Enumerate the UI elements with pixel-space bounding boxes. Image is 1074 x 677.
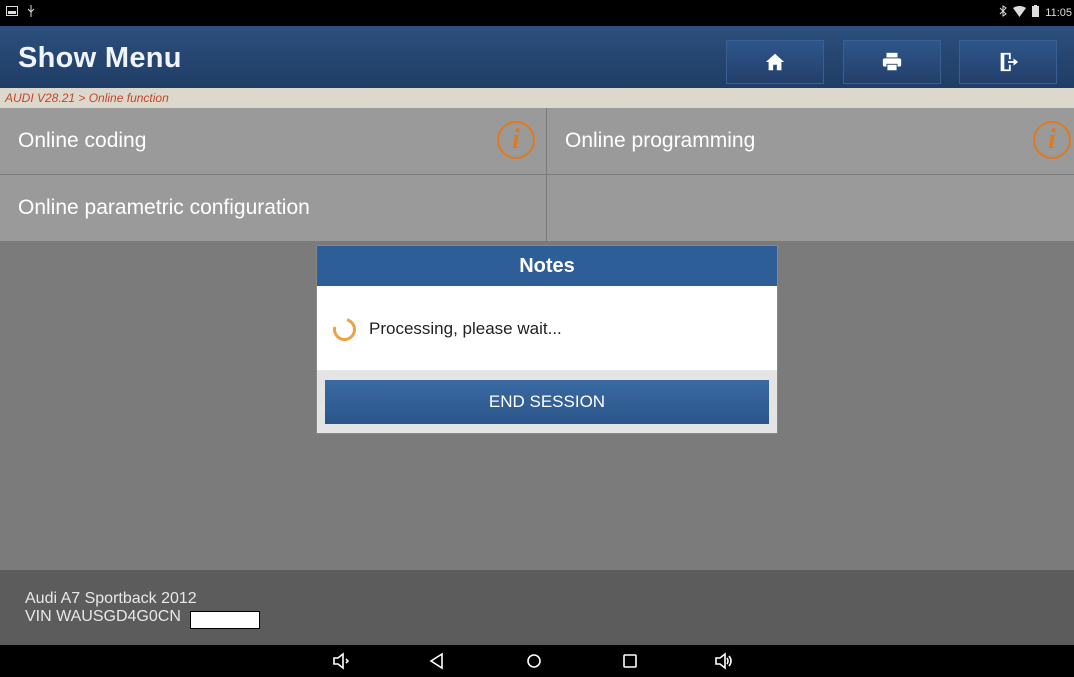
menu-item-label: Online coding (18, 129, 147, 152)
home-button[interactable] (726, 40, 824, 84)
menu-item-label: Online programming (565, 129, 756, 152)
volume-down-icon (333, 652, 350, 670)
dialog-title: Notes (317, 246, 777, 286)
print-button[interactable] (843, 40, 941, 84)
system-nav-bar (0, 645, 1074, 677)
bluetooth-icon (999, 5, 1008, 20)
end-session-button[interactable]: END SESSION (325, 380, 769, 424)
gallery-notification-icon (6, 6, 18, 19)
volume-up-icon (715, 652, 732, 670)
dialog-body: Processing, please wait... (317, 286, 777, 370)
back-icon (429, 652, 443, 670)
menu-item-label: Online parametric configuration (18, 196, 310, 219)
exit-icon (1000, 52, 1019, 72)
vehicle-info-footer: Audi A7 Sportback 2012 VIN WAUSGD4G0CN (0, 570, 1074, 645)
recents-icon (623, 654, 637, 668)
dialog-footer: END SESSION (317, 370, 777, 433)
vehicle-model: Audi A7 Sportback 2012 (25, 590, 197, 607)
breadcrumb: AUDI V28.21 > Online function (0, 88, 1074, 108)
volume-up-button[interactable] (713, 651, 735, 671)
exit-button[interactable] (959, 40, 1057, 84)
back-button[interactable] (426, 651, 448, 671)
home-circle-icon (527, 654, 541, 668)
home-icon (765, 53, 785, 71)
page-title: Show Menu (18, 42, 182, 74)
menu-item-empty (547, 175, 1074, 241)
home-nav-button[interactable] (523, 651, 545, 671)
vin-redaction (190, 611, 260, 629)
vehicle-vin: VIN WAUSGD4G0CN (25, 608, 181, 625)
dialog-message: Processing, please wait... (369, 319, 562, 338)
print-icon (882, 52, 902, 72)
wifi-icon (1013, 5, 1027, 20)
volume-down-button[interactable] (330, 651, 352, 671)
clock: 11:05 (1045, 6, 1072, 19)
info-icon[interactable]: i (1033, 121, 1071, 159)
menu-item-online-programming[interactable]: Online programming i (547, 108, 1074, 174)
usb-notification-icon (26, 5, 36, 20)
info-icon[interactable]: i (497, 121, 535, 159)
app-header: Show Menu (0, 26, 1074, 88)
notes-dialog: Notes Processing, please wait... END SES… (317, 246, 777, 433)
menu-item-online-parametric-configuration[interactable]: Online parametric configuration (0, 175, 546, 241)
spinner-icon (328, 313, 361, 346)
menu-item-online-coding[interactable]: Online coding i (0, 108, 546, 174)
status-bar: 11:05 (0, 0, 1074, 26)
recents-button[interactable] (619, 651, 641, 671)
battery-icon (1032, 5, 1040, 20)
